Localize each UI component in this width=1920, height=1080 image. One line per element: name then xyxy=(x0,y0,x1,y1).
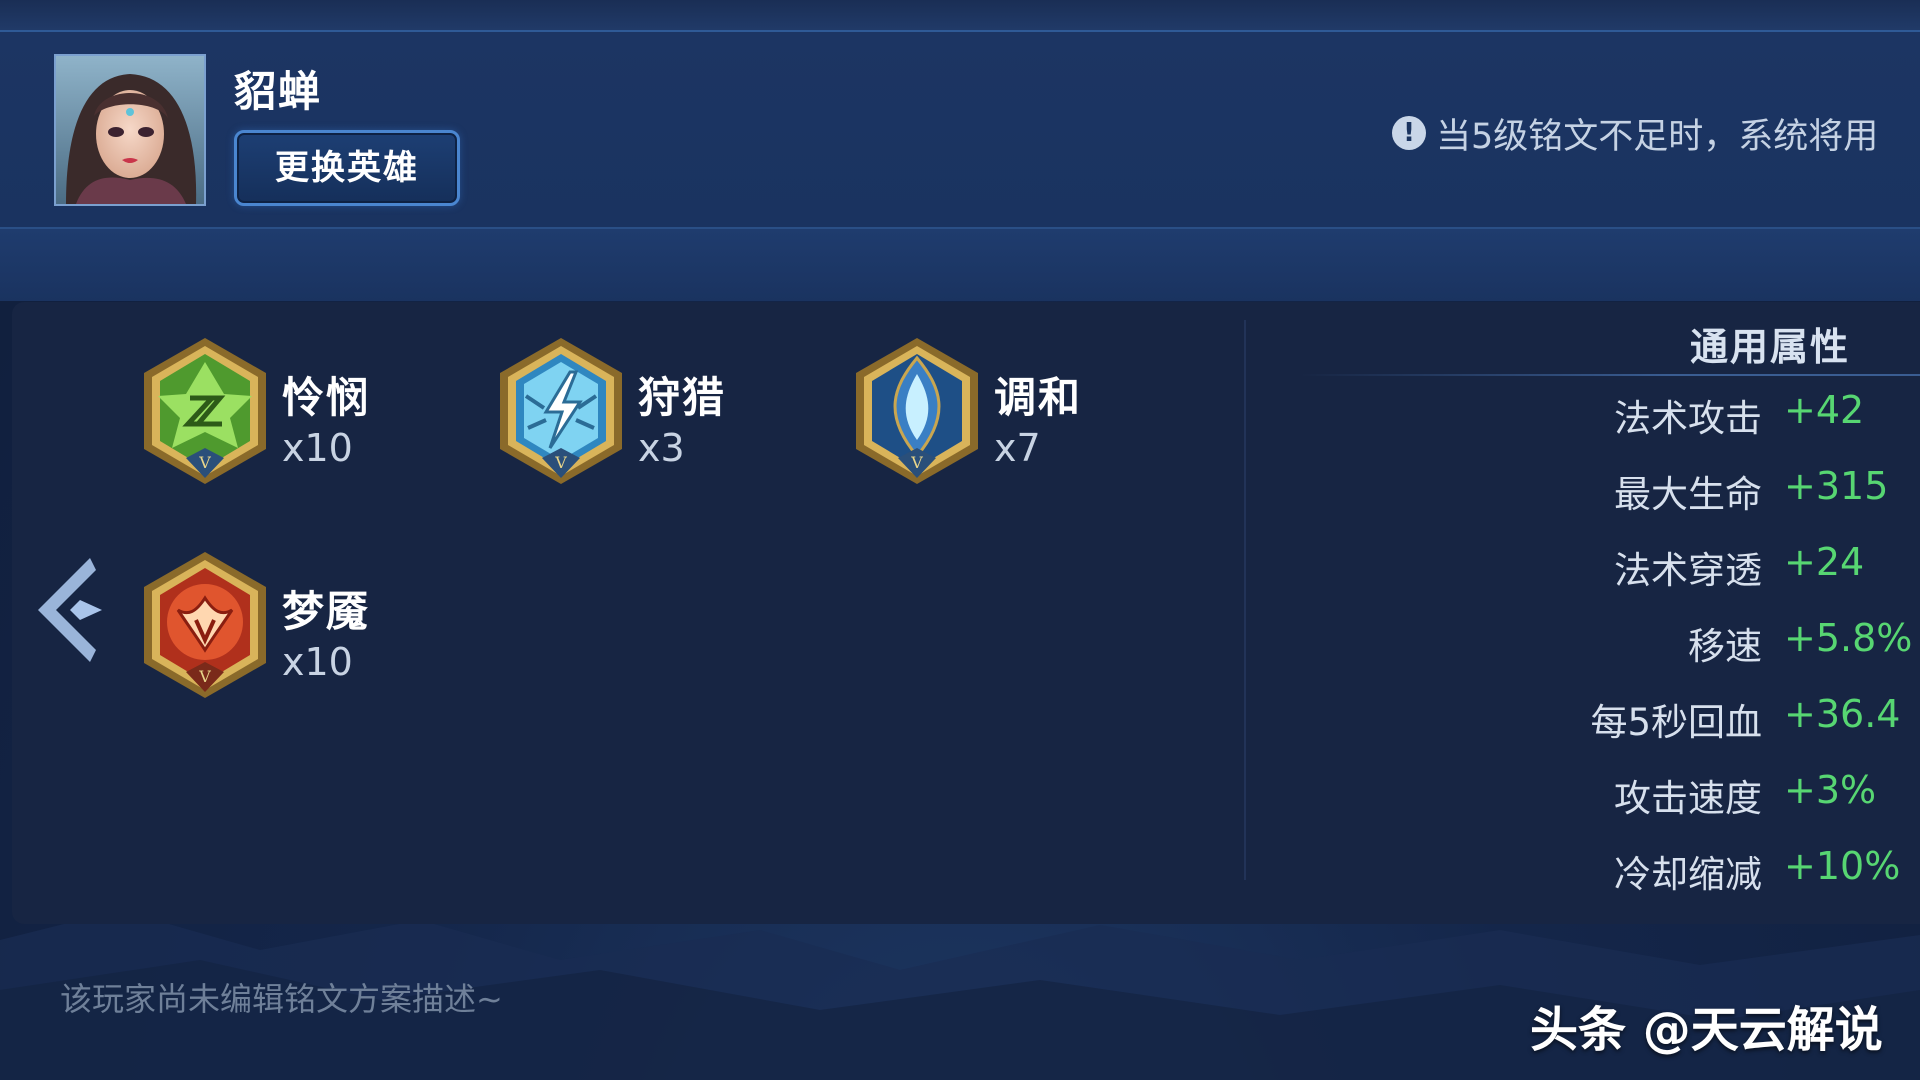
rune-name: 狩猎 xyxy=(638,373,727,422)
attribute-row: 最大生命 +315 xyxy=(1250,464,1920,524)
attribute-row: 攻击速度 +3% xyxy=(1250,768,1920,828)
attribute-row: 冷却缩减 +10% xyxy=(1250,844,1920,904)
attribute-value: +5.8% xyxy=(1784,616,1913,660)
top-strip xyxy=(0,0,1920,32)
attribute-row: 法术攻击 +42 xyxy=(1250,388,1920,448)
rune-item[interactable]: V 怜悯 x10 xyxy=(140,336,500,496)
rune-name: 梦魇 xyxy=(282,587,371,636)
back-arrow-icon[interactable] xyxy=(26,552,110,670)
panel-divider xyxy=(1244,320,1246,880)
attributes-divider xyxy=(1300,374,1920,376)
attribute-label: 最大生命 xyxy=(1614,473,1762,516)
watermark: 头条 @天云解说 xyxy=(1530,1002,1883,1058)
attribute-label: 法术攻击 xyxy=(1614,397,1762,440)
change-hero-button[interactable]: 更换英雄 xyxy=(234,130,460,206)
exclamation-icon: ! xyxy=(1392,116,1426,150)
notice-text: 当5级铭文不足时，系统将用 xyxy=(1436,116,1879,157)
attribute-value: +24 xyxy=(1784,540,1865,584)
attributes-title: 通用属性 xyxy=(1690,325,1851,369)
svg-text:V: V xyxy=(910,453,923,472)
attribute-label: 冷却缩减 xyxy=(1614,853,1762,896)
svg-text:V: V xyxy=(554,453,567,472)
blue-rune-icon: V xyxy=(856,338,978,484)
attribute-value: +315 xyxy=(1784,464,1889,508)
green-rune-icon: V xyxy=(144,338,266,484)
attribute-row: 移速 +5.8% xyxy=(1250,616,1920,676)
rune-page-screen: 貂蝉 更换英雄 ! 当5级铭文不足时，系统将用 V 怜悯 x10 V 狩猎 x3… xyxy=(0,0,1920,1080)
attribute-label: 攻击速度 xyxy=(1614,777,1762,820)
rune-name: 调和 xyxy=(994,373,1083,422)
rune-plan-description: 该玩家尚未编辑铭文方案描述~ xyxy=(60,980,503,1018)
rune-item[interactable]: V 狩猎 x3 xyxy=(496,336,856,496)
rune-count: x10 xyxy=(282,426,353,470)
red-rune-icon: V xyxy=(144,552,266,698)
attribute-label: 每5秒回血 xyxy=(1590,701,1762,744)
attribute-row: 法术穿透 +24 xyxy=(1250,540,1920,600)
hero-name: 貂蝉 xyxy=(234,67,323,116)
rune-item[interactable]: V 调和 x7 xyxy=(852,336,1212,496)
rune-item[interactable]: V 梦魇 x10 xyxy=(140,550,500,710)
attribute-value: +42 xyxy=(1784,388,1865,432)
svg-text:V: V xyxy=(198,453,211,472)
attribute-value: +10% xyxy=(1784,844,1901,888)
attribute-value: +3% xyxy=(1784,768,1877,812)
rune-notice: ! 当5级铭文不足时，系统将用 xyxy=(1392,108,1878,158)
rune-count: x3 xyxy=(638,426,685,470)
rune-name: 怜悯 xyxy=(282,373,371,422)
svg-text:V: V xyxy=(198,667,211,686)
blue-rune-icon: V xyxy=(500,338,622,484)
rune-count: x10 xyxy=(282,640,353,684)
attribute-row: 每5秒回血 +36.4 xyxy=(1250,692,1920,752)
attribute-label: 法术穿透 xyxy=(1614,549,1762,592)
header-band xyxy=(0,229,1920,301)
attribute-label: 移速 xyxy=(1688,625,1762,668)
attribute-value: +36.4 xyxy=(1784,692,1901,736)
rune-count: x7 xyxy=(994,426,1041,470)
hero-avatar[interactable] xyxy=(54,54,206,206)
